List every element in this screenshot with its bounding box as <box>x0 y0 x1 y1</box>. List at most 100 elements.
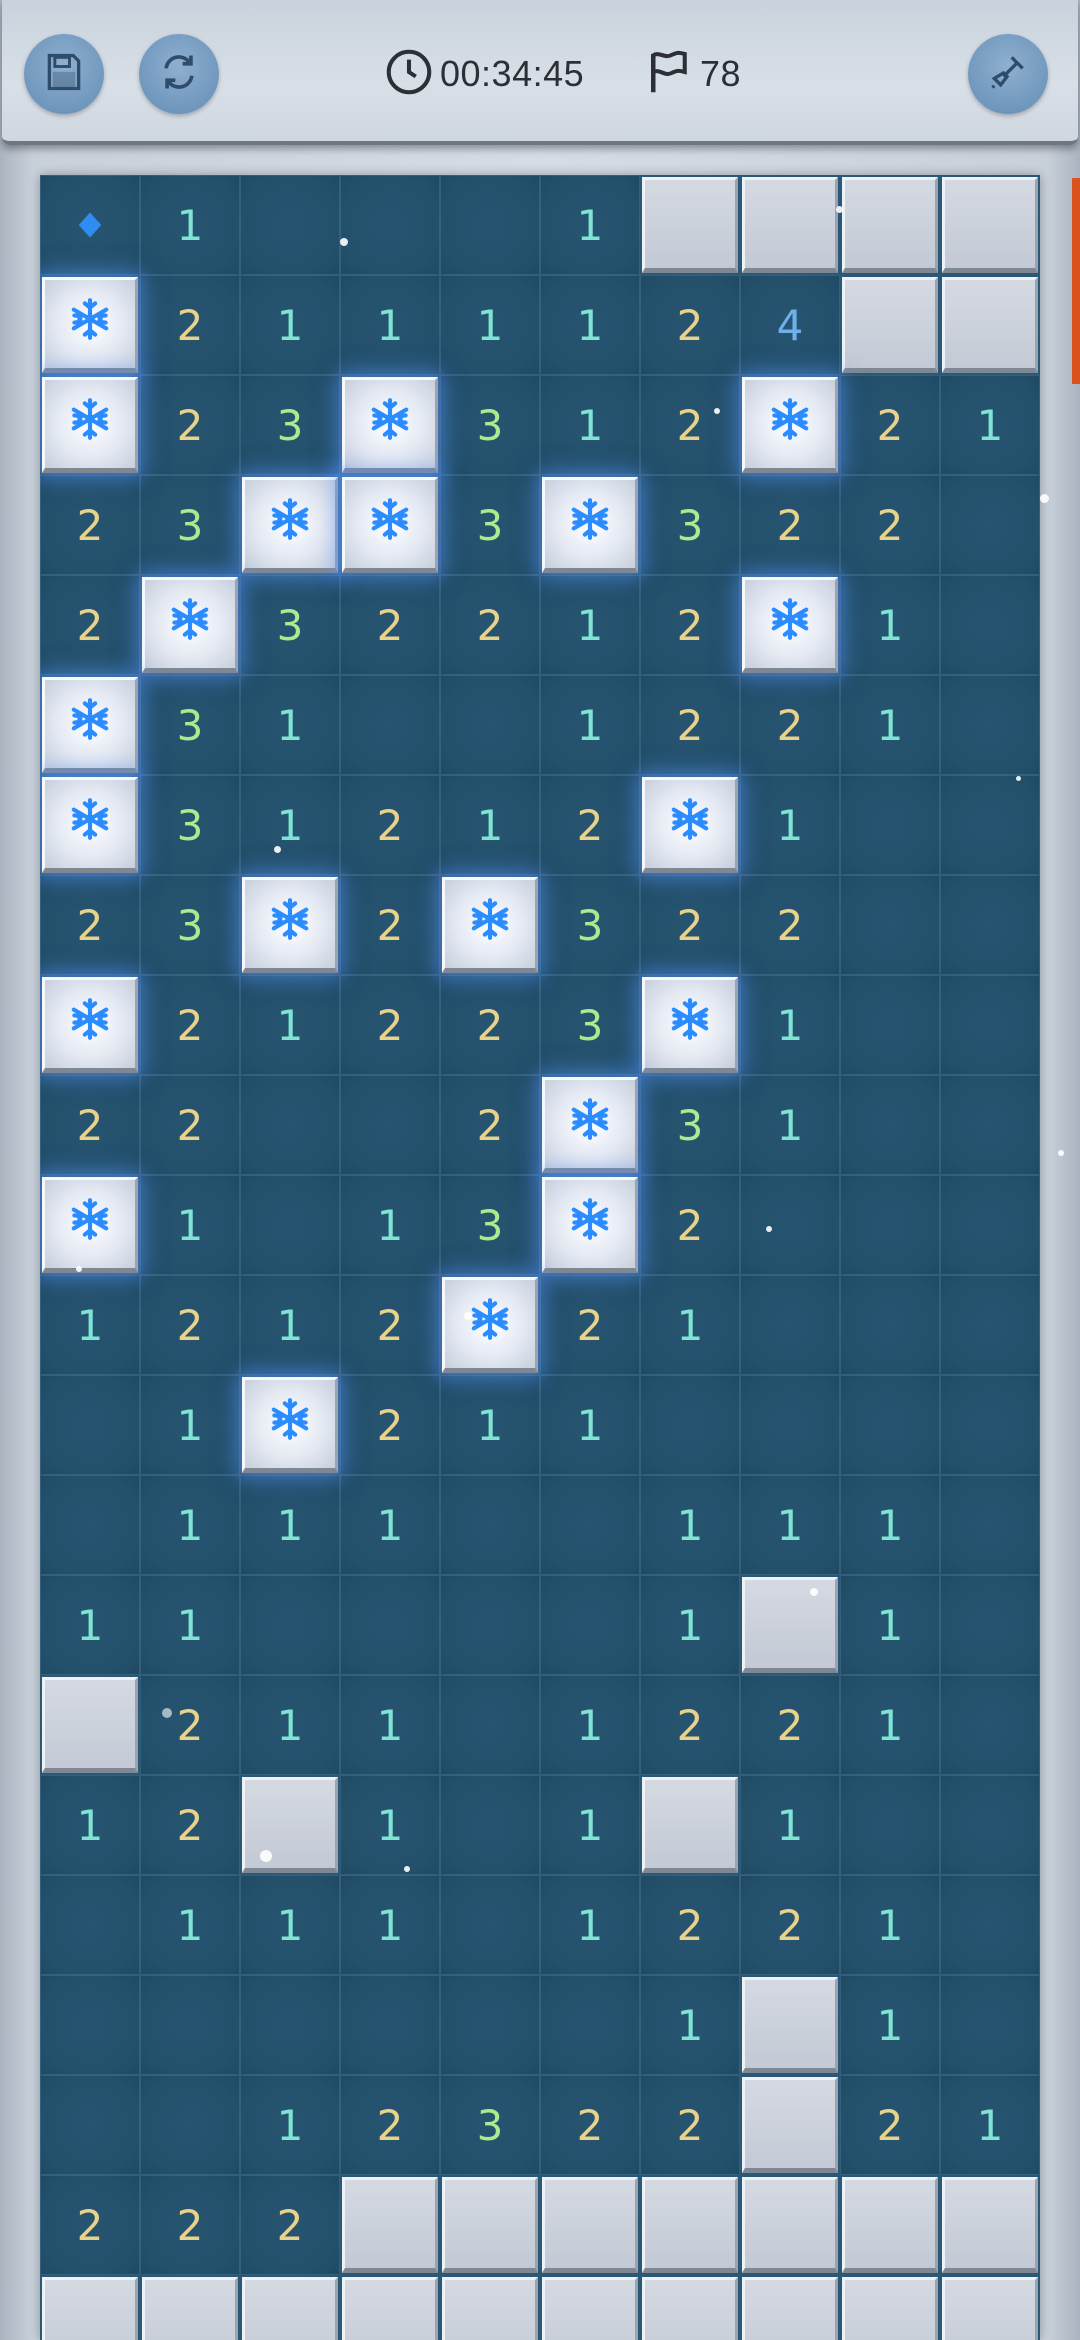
revealed-number-cell[interactable]: 2 <box>340 1275 440 1375</box>
revealed-number-cell[interactable]: 1 <box>240 1675 340 1775</box>
mine-cell[interactable] <box>42 977 138 1073</box>
revealed-number-cell[interactable]: 1 <box>140 175 240 275</box>
revealed-empty-cell[interactable] <box>40 1875 140 1975</box>
revealed-empty-cell[interactable] <box>340 675 440 775</box>
revealed-number-cell[interactable]: 1 <box>340 1475 440 1575</box>
revealed-number-cell[interactable]: 3 <box>640 475 740 575</box>
revealed-number-cell[interactable]: 2 <box>740 475 840 575</box>
revealed-empty-cell[interactable] <box>240 1575 340 1675</box>
revealed-empty-cell[interactable] <box>340 1075 440 1175</box>
revealed-number-cell[interactable]: 3 <box>140 775 240 875</box>
revealed-number-cell[interactable]: 2 <box>140 375 240 475</box>
revealed-empty-cell[interactable] <box>940 575 1040 675</box>
revealed-number-cell[interactable]: 2 <box>640 1175 740 1275</box>
revealed-number-cell[interactable]: 2 <box>440 575 540 675</box>
revealed-number-cell[interactable]: 2 <box>340 2075 440 2175</box>
mine-cell[interactable] <box>442 1277 538 1373</box>
hidden-cell[interactable] <box>842 277 938 373</box>
revealed-number-cell[interactable]: 3 <box>140 475 240 575</box>
revealed-number-cell[interactable]: 1 <box>840 675 940 775</box>
revealed-empty-cell[interactable] <box>940 1675 1040 1775</box>
mine-cell[interactable] <box>42 777 138 873</box>
revealed-number-cell[interactable]: 1 <box>740 975 840 1075</box>
revealed-number-cell[interactable]: 3 <box>440 1175 540 1275</box>
revealed-empty-cell[interactable] <box>940 875 1040 975</box>
hidden-cell[interactable] <box>742 1577 838 1673</box>
revealed-empty-cell[interactable] <box>740 1275 840 1375</box>
hidden-cell[interactable] <box>742 1977 838 2073</box>
hidden-cell[interactable] <box>642 177 738 273</box>
revealed-number-cell[interactable]: 3 <box>440 2075 540 2175</box>
hidden-cell[interactable] <box>942 177 1038 273</box>
revealed-number-cell[interactable]: 1 <box>540 675 640 775</box>
revealed-number-cell[interactable]: 4 <box>740 275 840 375</box>
hidden-cell[interactable] <box>642 2177 738 2273</box>
revealed-number-cell[interactable]: 2 <box>40 2175 140 2275</box>
hidden-cell[interactable] <box>942 2277 1038 2340</box>
revealed-number-cell[interactable]: 1 <box>40 1275 140 1375</box>
hidden-cell[interactable] <box>942 2177 1038 2273</box>
revealed-number-cell[interactable]: 1 <box>840 1575 940 1675</box>
revealed-empty-cell[interactable] <box>440 675 540 775</box>
revealed-number-cell[interactable]: 1 <box>740 775 840 875</box>
revealed-number-cell[interactable]: 2 <box>840 475 940 575</box>
revealed-number-cell[interactable]: 1 <box>640 1275 740 1375</box>
revealed-empty-cell[interactable] <box>540 1475 640 1575</box>
revealed-empty-cell[interactable] <box>840 1175 940 1275</box>
hidden-cell[interactable] <box>942 277 1038 373</box>
revealed-number-cell[interactable]: 1 <box>240 675 340 775</box>
revealed-empty-cell[interactable] <box>940 1475 1040 1575</box>
mine-cell[interactable] <box>42 1177 138 1273</box>
hidden-cell[interactable] <box>742 177 838 273</box>
revealed-number-cell[interactable]: 1 <box>840 1675 940 1775</box>
revealed-number-cell[interactable]: 2 <box>140 1775 240 1875</box>
revealed-number-cell[interactable]: 1 <box>640 1575 740 1675</box>
revealed-number-cell[interactable]: 3 <box>640 1075 740 1175</box>
revealed-number-cell[interactable]: 2 <box>340 975 440 1075</box>
revealed-number-cell[interactable]: 2 <box>840 375 940 475</box>
mine-cell[interactable] <box>42 277 138 373</box>
revealed-number-cell[interactable]: 3 <box>140 675 240 775</box>
mine-cell[interactable] <box>542 1177 638 1273</box>
revealed-empty-cell[interactable] <box>940 1275 1040 1375</box>
revealed-number-cell[interactable]: 2 <box>440 1075 540 1175</box>
save-button[interactable] <box>24 34 104 114</box>
revealed-empty-cell[interactable] <box>840 1775 940 1875</box>
revealed-number-cell[interactable]: 1 <box>640 1975 740 2075</box>
revealed-empty-cell[interactable] <box>940 975 1040 1075</box>
revealed-number-cell[interactable]: 2 <box>540 2075 640 2175</box>
mine-cell[interactable] <box>42 377 138 473</box>
revealed-empty-cell[interactable] <box>840 975 940 1075</box>
revealed-number-cell[interactable]: 1 <box>440 275 540 375</box>
revealed-empty-cell[interactable] <box>340 1575 440 1675</box>
hidden-cell[interactable] <box>42 1677 138 1773</box>
revealed-number-cell[interactable]: 3 <box>240 375 340 475</box>
revealed-empty-cell[interactable] <box>540 1575 640 1675</box>
revealed-empty-cell[interactable] <box>640 1375 740 1475</box>
mine-cell[interactable] <box>242 877 338 973</box>
mine-cell[interactable] <box>42 677 138 773</box>
revealed-number-cell[interactable]: 2 <box>40 1075 140 1175</box>
revealed-empty-cell[interactable] <box>440 1975 540 2075</box>
revealed-number-cell[interactable]: 1 <box>440 775 540 875</box>
mine-cell[interactable] <box>342 477 438 573</box>
revealed-number-cell[interactable]: 1 <box>840 1475 940 1575</box>
hidden-cell[interactable] <box>742 2077 838 2173</box>
revealed-number-cell[interactable]: 2 <box>740 1875 840 1975</box>
revealed-empty-cell[interactable] <box>740 1175 840 1275</box>
revealed-empty-cell[interactable] <box>840 1275 940 1375</box>
revealed-number-cell[interactable]: 1 <box>540 375 640 475</box>
revealed-empty-cell[interactable] <box>240 1175 340 1275</box>
revealed-empty-cell[interactable] <box>340 175 440 275</box>
revealed-number-cell[interactable]: 2 <box>240 2175 340 2275</box>
revealed-number-cell[interactable]: 1 <box>240 1275 340 1375</box>
revealed-number-cell[interactable]: 2 <box>640 275 740 375</box>
revealed-number-cell[interactable]: 1 <box>240 975 340 1075</box>
revealed-empty-cell[interactable] <box>940 1175 1040 1275</box>
revealed-number-cell[interactable]: 2 <box>640 375 740 475</box>
revealed-number-cell[interactable]: 2 <box>140 1675 240 1775</box>
revealed-number-cell[interactable]: 2 <box>540 775 640 875</box>
hidden-cell[interactable] <box>842 2177 938 2273</box>
revealed-number-cell[interactable]: 1 <box>140 1175 240 1275</box>
mine-cell[interactable] <box>742 377 838 473</box>
